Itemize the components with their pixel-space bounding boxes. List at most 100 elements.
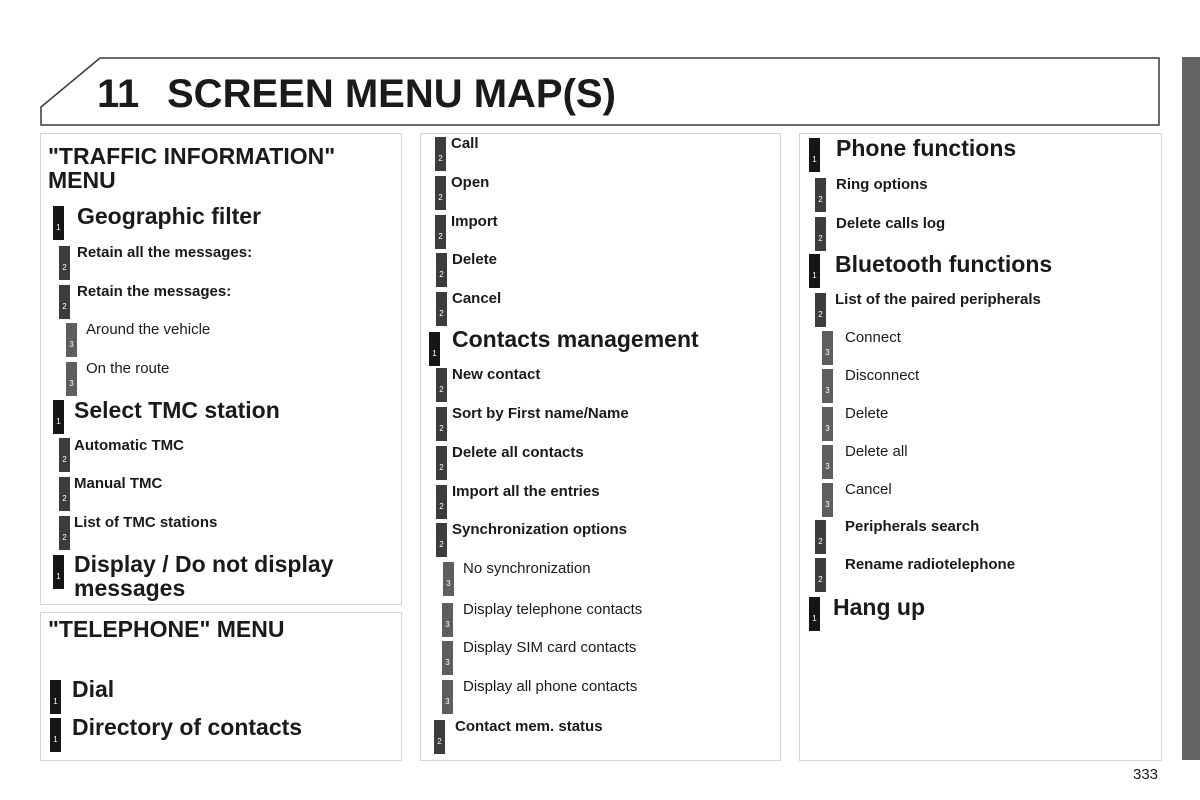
menu-item-label: Display all phone contacts bbox=[463, 678, 638, 695]
menu-item-label: Import bbox=[451, 213, 498, 230]
level-2-badge: 2 bbox=[436, 253, 447, 287]
menu-item-label: Delete bbox=[845, 405, 889, 422]
menu-item-label: Cancel bbox=[452, 290, 502, 307]
level-2-badge: 2 bbox=[59, 477, 70, 511]
level-number: 2 bbox=[818, 537, 823, 546]
menu-item-label: Hang up bbox=[833, 594, 925, 620]
menu-item-label: Bluetooth functions bbox=[835, 251, 1053, 277]
level-number: 2 bbox=[439, 270, 444, 279]
level-number: 1 bbox=[432, 349, 437, 358]
level-2-badge: 2 bbox=[815, 217, 826, 251]
level-1-badge: 1 bbox=[53, 555, 64, 589]
level-number: 3 bbox=[825, 386, 830, 395]
level-1-badge: 1 bbox=[53, 400, 64, 434]
menu-item-label: New contact bbox=[452, 366, 541, 383]
telephone-menu-title: "TELEPHONE" MENU bbox=[48, 616, 285, 642]
menu-item-label: Contact mem. status bbox=[455, 718, 603, 735]
menu-item-label: Directory of contacts bbox=[72, 714, 303, 740]
level-2-badge: 2 bbox=[59, 438, 70, 472]
level-number: 1 bbox=[812, 614, 817, 623]
level-number: 2 bbox=[438, 193, 443, 202]
page-title: SCREEN MENU MAP(S) bbox=[167, 72, 616, 116]
menu-item-label: Peripherals search bbox=[845, 518, 980, 535]
level-3-badge: 3 bbox=[442, 603, 453, 637]
level-3-badge: 3 bbox=[822, 483, 833, 517]
level-number: 2 bbox=[818, 310, 823, 319]
menu-item-label: Import all the entries bbox=[452, 483, 600, 500]
level-number: 3 bbox=[445, 658, 450, 667]
menu-item-label: Call bbox=[451, 135, 479, 152]
menu-item-label: Manual TMC bbox=[74, 475, 163, 492]
level-number: 3 bbox=[825, 348, 830, 357]
level-number: 3 bbox=[825, 424, 830, 433]
level-2-badge: 2 bbox=[436, 485, 447, 519]
level-number: 3 bbox=[445, 697, 450, 706]
level-number: 2 bbox=[62, 494, 67, 503]
level-1-badge: 1 bbox=[50, 718, 61, 752]
level-number: 1 bbox=[53, 697, 58, 706]
level-number: 2 bbox=[438, 154, 443, 163]
level-number: 1 bbox=[56, 417, 61, 426]
level-1-badge: 1 bbox=[809, 597, 820, 631]
level-number: 3 bbox=[69, 379, 74, 388]
level-number: 2 bbox=[438, 232, 443, 241]
menu-item-label: Retain all the messages: bbox=[77, 244, 253, 261]
level-3-badge: 3 bbox=[822, 369, 833, 403]
menu-item-label: Rename radiotelephone bbox=[845, 556, 1016, 573]
menu-item-label: Display SIM card contacts bbox=[463, 639, 637, 656]
traffic-menu-title: "TRAFFIC INFORMATION" MENU bbox=[48, 143, 336, 193]
level-number: 2 bbox=[439, 540, 444, 549]
menu-item-label: Cancel bbox=[845, 481, 892, 498]
level-number: 2 bbox=[818, 234, 823, 243]
chapter-side-tab bbox=[1182, 57, 1200, 760]
level-3-badge: 3 bbox=[822, 331, 833, 365]
level-2-badge: 2 bbox=[436, 292, 447, 326]
menu-item-label: Delete bbox=[452, 251, 498, 268]
level-3-badge: 3 bbox=[442, 680, 453, 714]
level-1-badge: 1 bbox=[53, 206, 64, 240]
level-number: 3 bbox=[825, 500, 830, 509]
level-number: 1 bbox=[56, 223, 61, 232]
level-1-badge: 1 bbox=[429, 332, 440, 366]
level-3-badge: 3 bbox=[66, 323, 77, 357]
level-2-badge: 2 bbox=[435, 176, 446, 210]
level-1-badge: 1 bbox=[50, 680, 61, 714]
level-number: 2 bbox=[62, 455, 67, 464]
level-number: 3 bbox=[69, 340, 74, 349]
level-2-badge: 2 bbox=[59, 516, 70, 550]
level-2-badge: 2 bbox=[59, 285, 70, 319]
menu-item-label: Delete calls log bbox=[836, 215, 946, 232]
menu-item-label: Contacts management bbox=[452, 326, 699, 352]
chapter-number: 11 bbox=[97, 72, 140, 116]
level-number: 2 bbox=[439, 502, 444, 511]
menu-item-label: Phone functions bbox=[836, 135, 1017, 161]
level-2-badge: 2 bbox=[435, 137, 446, 171]
menu-item-label: Synchronization options bbox=[452, 521, 627, 538]
menu-item-label: Disconnect bbox=[845, 367, 920, 384]
level-2-badge: 2 bbox=[59, 246, 70, 280]
level-2-badge: 2 bbox=[436, 368, 447, 402]
level-number: 1 bbox=[56, 572, 61, 581]
menu-item-label: Connect bbox=[845, 329, 901, 346]
menu-item-label: Sort by First name/Name bbox=[452, 405, 629, 422]
page-number: 333 bbox=[1133, 766, 1159, 783]
level-number: 2 bbox=[437, 737, 442, 746]
menu-item-label: Delete all contacts bbox=[452, 444, 584, 461]
level-number: 2 bbox=[62, 302, 67, 311]
level-2-badge: 2 bbox=[436, 407, 447, 441]
level-2-badge: 2 bbox=[815, 293, 826, 327]
menu-item-label: Automatic TMC bbox=[74, 437, 184, 454]
level-2-badge: 2 bbox=[815, 520, 826, 554]
level-number: 3 bbox=[445, 620, 450, 629]
level-2-badge: 2 bbox=[436, 523, 447, 557]
menu-item-label: Delete all bbox=[845, 443, 908, 460]
menu-item-label: Around the vehicle bbox=[86, 321, 211, 338]
level-number: 2 bbox=[62, 533, 67, 542]
level-3-badge: 3 bbox=[822, 407, 833, 441]
level-number: 3 bbox=[825, 462, 830, 471]
menu-item-label: Geographic filter bbox=[77, 203, 262, 229]
level-number: 2 bbox=[62, 263, 67, 272]
menu-item-label: Open bbox=[451, 174, 490, 191]
level-3-badge: 3 bbox=[822, 445, 833, 479]
menu-item-label: Select TMC station bbox=[74, 397, 280, 423]
